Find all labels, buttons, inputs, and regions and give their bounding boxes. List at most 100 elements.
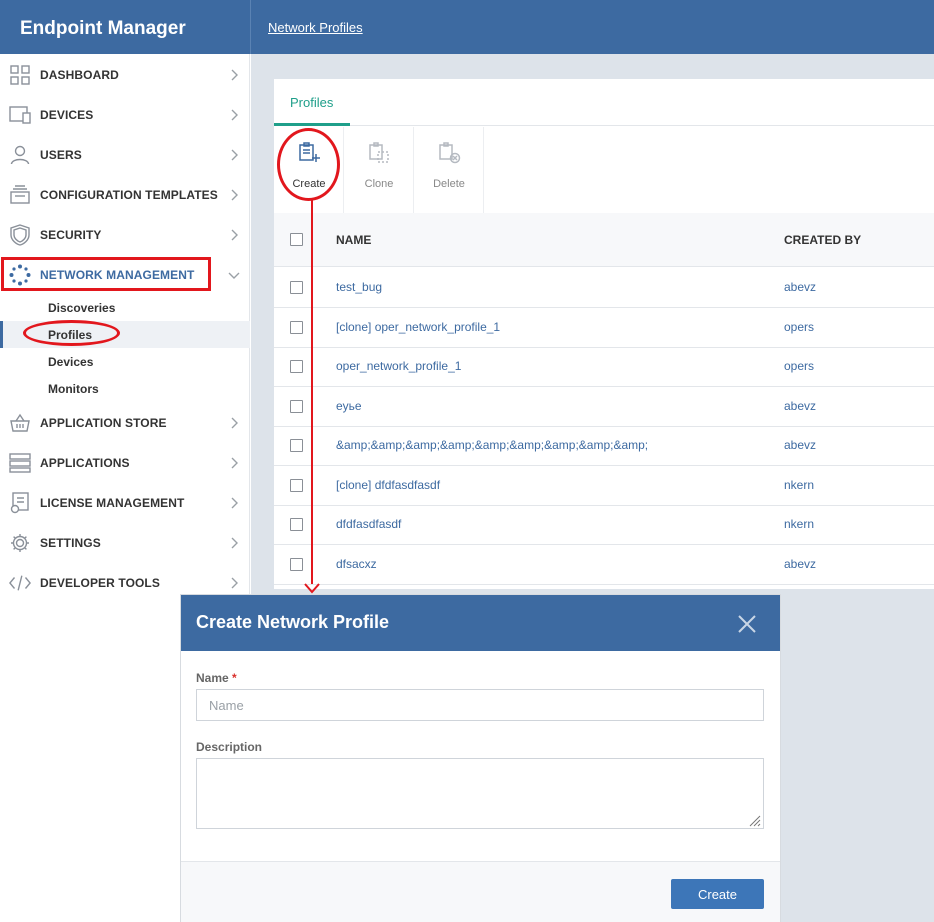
created-by-link[interactable]: opers (784, 320, 814, 334)
sidebar-item-license-management[interactable]: LICENSE MANAGEMENT (0, 483, 250, 523)
sidebar-item-label: DEVELOPER TOOLS (40, 576, 160, 590)
annotation-ellipse (277, 128, 340, 201)
profile-name-link[interactable]: &amp;&amp;&amp;&amp;&amp;&amp;&amp;&amp;… (336, 438, 648, 452)
profile-name-link[interactable]: test_bug (336, 280, 382, 294)
table-row[interactable]: dfsacxz abevz (274, 545, 934, 585)
chevron-right-icon (231, 537, 238, 549)
chevron-right-icon (231, 109, 238, 121)
created-by-link[interactable]: nkern (784, 517, 814, 531)
created-by-link[interactable]: opers (784, 359, 814, 373)
sidebar-item-applications[interactable]: APPLICATIONS (0, 443, 250, 483)
created-by-link[interactable]: abevz (784, 557, 816, 571)
name-field-label: Name * (196, 671, 237, 685)
dashboard-icon (9, 64, 31, 86)
license-icon (9, 492, 31, 514)
profile-name-link[interactable]: dfdfasdfasdf (336, 517, 401, 531)
close-icon[interactable] (737, 614, 757, 634)
table-header: NAME CREATED BY (274, 213, 934, 267)
table-row[interactable]: dfdfasdfasdf nkern (274, 505, 934, 545)
sidebar-subitem-discoveries[interactable]: Discoveries (0, 294, 250, 321)
gear-icon (9, 532, 31, 554)
row-checkbox[interactable] (290, 360, 303, 373)
sidebar-subitem-monitors[interactable]: Monitors (0, 375, 250, 402)
row-checkbox[interactable] (290, 321, 303, 334)
name-field[interactable] (196, 689, 764, 721)
row-checkbox[interactable] (290, 439, 303, 452)
submit-create-button[interactable]: Create (671, 879, 764, 909)
sidebar-item-label: LICENSE MANAGEMENT (40, 496, 185, 510)
sidebar-item-configuration-templates[interactable]: CONFIGURATION TEMPLATES (0, 175, 250, 215)
table-row[interactable]: oper_network_profile_1 opers (274, 347, 934, 387)
create-network-profile-dialog: Create Network Profile Name * Descriptio… (181, 595, 780, 922)
sidebar-item-label: USERS (40, 148, 82, 162)
chevron-down-icon (228, 272, 240, 279)
breadcrumb[interactable]: Network Profiles (268, 20, 363, 35)
profile-name-link[interactable]: dfsacxz (336, 557, 377, 571)
dialog-header: Create Network Profile (181, 595, 780, 651)
created-by-link[interactable]: nkern (784, 478, 814, 492)
profile-name-link[interactable]: oper_network_profile_1 (336, 359, 461, 373)
annotation-arrow (311, 200, 313, 584)
row-checkbox[interactable] (290, 281, 303, 294)
chevron-right-icon (231, 457, 238, 469)
chevron-right-icon (231, 189, 238, 201)
toolbar: Create Clone Delete (274, 127, 934, 213)
profile-name-link[interactable]: [clone] oper_network_profile_1 (336, 320, 500, 334)
profile-name-link[interactable]: [clone] dfdfasdfasdf (336, 478, 440, 492)
column-header-name[interactable]: NAME (336, 233, 371, 247)
basket-icon (9, 412, 31, 434)
dialog-title: Create Network Profile (196, 612, 390, 632)
delete-button[interactable]: Delete (414, 127, 484, 213)
description-field[interactable] (196, 758, 764, 829)
table-row[interactable]: [clone] dfdfasdfasdf nkern (274, 466, 934, 506)
tab-profiles[interactable]: Profiles (274, 79, 350, 126)
select-all-checkbox[interactable] (290, 233, 303, 246)
table-row[interactable]: [clone] oper_network_profile_1 opers (274, 308, 934, 348)
sidebar-item-security[interactable]: SECURITY (0, 215, 250, 255)
clone-button-label: Clone (364, 178, 394, 190)
chevron-right-icon (231, 497, 238, 509)
row-checkbox[interactable] (290, 558, 303, 571)
column-header-created-by[interactable]: CREATED BY (784, 233, 861, 247)
annotation-highlight-box (1, 257, 211, 291)
top-bar: Network Profiles (250, 0, 934, 54)
sidebar-item-label: SECURITY (40, 228, 102, 242)
resize-grip-icon[interactable] (747, 813, 761, 827)
sidebar-item-devices[interactable]: DEVICES (0, 95, 250, 135)
shield-icon (9, 224, 31, 246)
templates-icon (9, 184, 31, 206)
code-icon (9, 572, 31, 594)
sidebar-item-label: SETTINGS (40, 536, 101, 550)
sidebar-item-label: CONFIGURATION TEMPLATES (40, 188, 218, 202)
row-checkbox[interactable] (290, 479, 303, 492)
sidebar-item-application-store[interactable]: APPLICATION STORE (0, 403, 250, 443)
sidebar-item-dashboard[interactable]: DASHBOARD (0, 55, 250, 95)
created-by-link[interactable]: abevz (784, 438, 816, 452)
chevron-right-icon (231, 149, 238, 161)
profile-name-link[interactable]: eyье (336, 399, 362, 413)
sidebar-item-label: APPLICATIONS (40, 456, 130, 470)
annotation-ellipse (23, 320, 120, 346)
table-row[interactable]: test_bug abevz (274, 268, 934, 308)
sidebar-subitem-devices[interactable]: Devices (0, 348, 250, 375)
row-checkbox[interactable] (290, 400, 303, 413)
created-by-link[interactable]: abevz (784, 399, 816, 413)
sidebar-item-label: APPLICATION STORE (40, 416, 167, 430)
app-title: Endpoint Manager (0, 0, 250, 54)
applications-icon (9, 452, 31, 474)
table-row[interactable]: &amp;&amp;&amp;&amp;&amp;&amp;&amp;&amp;… (274, 426, 934, 466)
table-row[interactable]: eyье abevz (274, 387, 934, 427)
required-marker: * (232, 671, 237, 685)
tab-bar: Profiles (274, 79, 934, 126)
delete-button-label: Delete (433, 178, 465, 190)
sidebar-item-label: DEVICES (40, 108, 94, 122)
clone-button[interactable]: Clone (344, 127, 414, 213)
sidebar-item-settings[interactable]: SETTINGS (0, 523, 250, 563)
clone-icon (369, 142, 389, 163)
created-by-link[interactable]: abevz (784, 280, 816, 294)
dialog-footer: Create (181, 861, 780, 922)
chevron-right-icon (231, 577, 238, 589)
chevron-right-icon (231, 229, 238, 241)
row-checkbox[interactable] (290, 518, 303, 531)
sidebar-item-users[interactable]: USERS (0, 135, 250, 175)
